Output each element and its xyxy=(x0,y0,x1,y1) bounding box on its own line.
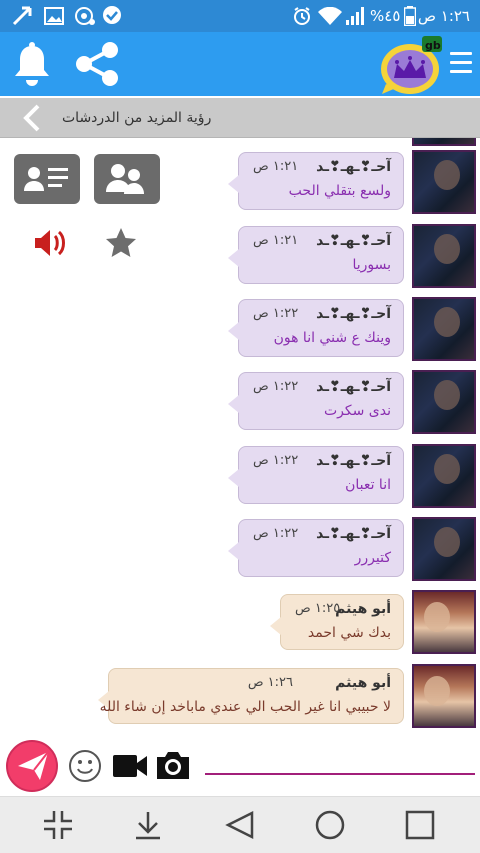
photo-camera-icon[interactable] xyxy=(155,748,191,782)
video-camera-icon[interactable] xyxy=(112,752,148,780)
more-chats-bar[interactable]: رؤية المزيد من الدردشات xyxy=(0,98,480,138)
chat-area[interactable]: آحـ❣ـهـ❣ـد ١:٢١ ص ولسع بتقلي الحب آحـ❣ـه… xyxy=(0,138,480,736)
message-text: كتيررر xyxy=(354,550,391,566)
message-8[interactable]: أبو هيثم ١:٢٦ ص لا حبيبي انا غير الحب ال… xyxy=(0,664,480,730)
avatar[interactable] xyxy=(412,224,476,288)
message-bubble[interactable]: آحـ❣ـهـ❣ـد ١:٢١ ص ولسع بتقلي الحب xyxy=(228,152,404,210)
message-time: ١:٢١ ص xyxy=(253,159,299,174)
send-status-icon xyxy=(12,6,32,26)
message-input[interactable] xyxy=(205,773,475,775)
message-2[interactable]: آحـ❣ـهـ❣ـد ١:٢١ ص بسوريا xyxy=(0,224,480,290)
chevron-left-icon[interactable] xyxy=(20,102,44,134)
home-icon[interactable] xyxy=(314,809,346,841)
avatar[interactable] xyxy=(412,297,476,361)
message-bubble[interactable]: أبو هيثم ١:٢٥ ص بدك شي احمد xyxy=(270,594,404,650)
back-icon[interactable] xyxy=(224,809,256,841)
avatar[interactable] xyxy=(412,370,476,434)
message-4[interactable]: آحـ❣ـهـ❣ـد ١:٢٢ ص ندى سكرت xyxy=(0,370,480,436)
message-text: بدك شي احمد xyxy=(307,625,391,641)
more-chats-label[interactable]: رؤية المزيد من الدردشات xyxy=(62,108,211,128)
download-icon[interactable] xyxy=(132,809,164,841)
message-1[interactable]: آحـ❣ـهـ❣ـد ١:٢١ ص ولسع بتقلي الحب xyxy=(0,150,480,216)
system-nav-bar xyxy=(0,796,480,853)
message-sender: أبو هيثم xyxy=(335,675,391,691)
message-time: ١:٢٢ ص xyxy=(253,306,299,321)
message-text: انا تعبان xyxy=(345,477,391,493)
message-sender: آحـ❣ـهـ❣ـد xyxy=(316,233,391,249)
alarm-icon xyxy=(294,7,310,25)
message-sender: أبو هيثم xyxy=(335,601,391,617)
message-bubble[interactable]: آحـ❣ـهـ❣ـد ١:٢٢ ص كتيررر xyxy=(228,519,404,577)
battery-icon xyxy=(404,6,416,26)
avatar[interactable] xyxy=(412,664,476,728)
message-sender: آحـ❣ـهـ❣ـد xyxy=(316,159,391,175)
message-time: ١:٢١ ص xyxy=(253,233,299,248)
logo-text: gb xyxy=(425,39,441,52)
bell-icon[interactable] xyxy=(12,42,52,88)
menu-icon[interactable] xyxy=(450,52,472,78)
input-bar xyxy=(0,736,480,796)
message-bubble[interactable]: آحـ❣ـهـ❣ـد ١:٢٢ ص وينك ع شني انا هون xyxy=(228,299,404,357)
sync-status-icon xyxy=(75,7,95,25)
message-text: لا حبيبي انا غير الحب الي عندي ماباخد إن… xyxy=(99,699,391,715)
send-button[interactable] xyxy=(6,740,58,792)
message-bubble[interactable]: آحـ❣ـهـ❣ـد ١:٢٢ ص ندى سكرت xyxy=(228,372,404,430)
message-6[interactable]: آحـ❣ـهـ❣ـد ١:٢٢ ص كتيررر xyxy=(0,517,480,583)
message-text: ندى سكرت xyxy=(323,403,391,419)
status-bar: ١:٢٦ ص %٤٥ xyxy=(0,0,480,32)
message-time: ١:٢٢ ص xyxy=(253,453,299,468)
message-bubble[interactable]: آحـ❣ـهـ❣ـد ١:٢١ ص بسوريا xyxy=(228,226,404,284)
message-text: وينك ع شني انا هون xyxy=(273,330,391,346)
message-bubble[interactable]: أبو هيثم ١:٢٦ ص لا حبيبي انا غير الحب ال… xyxy=(98,668,404,724)
avatar[interactable] xyxy=(412,444,476,508)
message-time: ١:٢٦ ص xyxy=(247,675,293,690)
message-time: ١:٢٥ ص xyxy=(295,601,341,616)
avatar[interactable] xyxy=(412,590,476,654)
message-text: بسوريا xyxy=(352,257,391,273)
message-sender: آحـ❣ـهـ❣ـد xyxy=(316,306,391,322)
message-3[interactable]: آحـ❣ـهـ❣ـد ١:٢٢ ص وينك ع شني انا هون xyxy=(0,297,480,363)
collapse-icon[interactable] xyxy=(42,809,74,841)
wifi-icon xyxy=(318,7,342,25)
send-icon xyxy=(18,751,49,780)
avatar[interactable] xyxy=(412,517,476,581)
avatar-partial xyxy=(412,138,476,146)
signal-icon xyxy=(346,7,364,25)
image-status-icon xyxy=(44,7,64,25)
message-sender: آحـ❣ـهـ❣ـد xyxy=(316,453,391,469)
emoji-icon[interactable] xyxy=(68,749,102,783)
message-time: ١:٢٢ ص xyxy=(253,379,299,394)
message-sender: آحـ❣ـهـ❣ـد xyxy=(316,379,391,395)
message-time: ١:٢٢ ص xyxy=(253,526,299,541)
time-text: ١:٢٦ ص xyxy=(418,6,470,26)
app-bar: gb xyxy=(0,32,480,96)
battery-percent: %٤٥ xyxy=(370,7,401,25)
avatar[interactable] xyxy=(412,150,476,214)
status-time: ١:٢٦ ص xyxy=(417,7,470,25)
check-status-icon xyxy=(103,6,121,24)
message-5[interactable]: آحـ❣ـهـ❣ـد ١:٢٢ ص انا تعبان xyxy=(0,444,480,510)
gb-logo: gb xyxy=(381,36,442,94)
share-icon[interactable] xyxy=(72,40,122,88)
recents-icon[interactable] xyxy=(404,809,436,841)
message-7[interactable]: أبو هيثم ١:٢٥ ص بدك شي احمد xyxy=(0,590,480,656)
message-bubble[interactable]: آحـ❣ـهـ❣ـد ١:٢٢ ص انا تعبان xyxy=(228,446,404,504)
message-sender: آحـ❣ـهـ❣ـد xyxy=(316,526,391,542)
message-text: ولسع بتقلي الحب xyxy=(288,183,391,199)
